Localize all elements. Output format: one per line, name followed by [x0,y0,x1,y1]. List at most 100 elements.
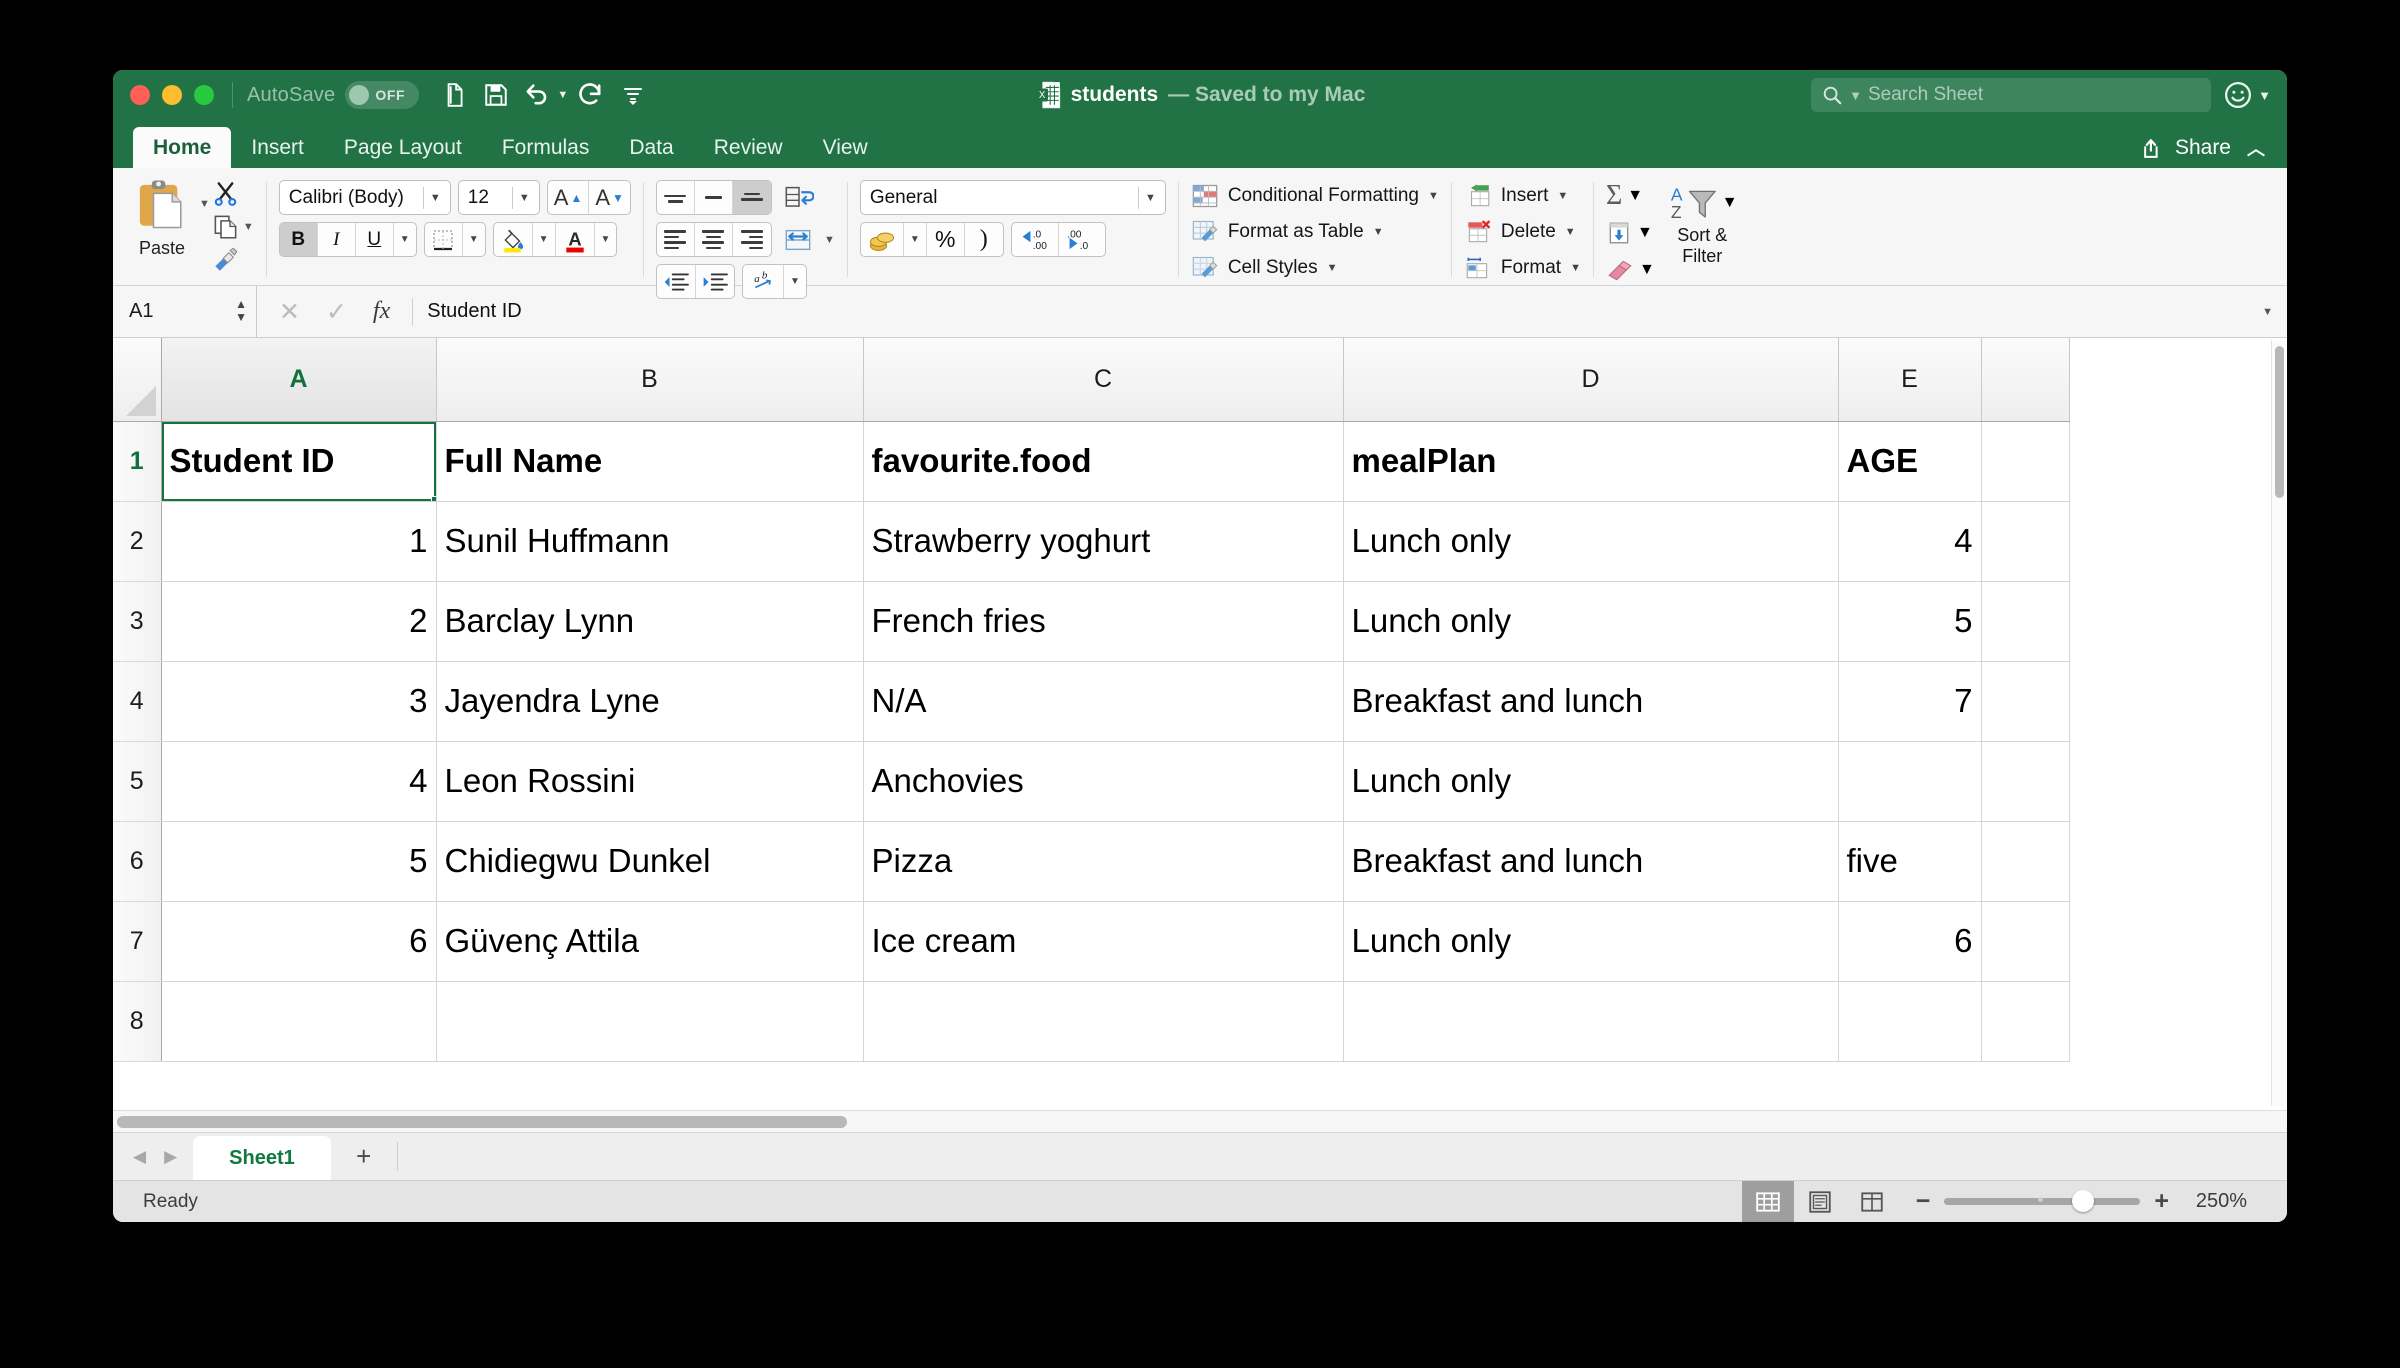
cell-D1[interactable]: mealPlan [1343,421,1839,502]
merge-dropdown-caret[interactable]: ▼ [824,234,835,246]
cell-C1[interactable]: favourite.food [863,421,1344,502]
sort-and-filter-button[interactable]: A Z ▼ Sort & Filter [1667,180,1738,266]
align-middle-button[interactable] [695,181,733,214]
tab-review[interactable]: Review [694,127,803,168]
cell-B1[interactable]: Full Name [436,421,864,502]
tab-home[interactable]: Home [133,127,232,168]
horizontal-scrollbar-thumb[interactable] [117,1116,847,1128]
tab-formulas[interactable]: Formulas [482,127,610,168]
cell-styles-caret[interactable]: ▼ [1327,262,1338,274]
tab-insert[interactable]: Insert [231,127,324,168]
merge-cells-button[interactable] [779,227,817,253]
spreadsheet-grid[interactable]: A B C D E 1 Student ID Full Name favouri… [113,338,2287,1110]
tab-view[interactable]: View [803,127,888,168]
cell-C2[interactable]: Strawberry yoghurt [863,501,1344,582]
format-as-table-button[interactable]: Format as Table ▼ [1191,217,1384,246]
cell-A4[interactable]: 3 [161,661,437,742]
prev-sheet-icon[interactable]: ◀ [133,1147,146,1167]
cell-E7[interactable]: 6 [1838,901,1982,982]
row-header-3[interactable]: 3 [113,581,162,662]
cell-D4[interactable]: Breakfast and lunch [1343,661,1839,742]
align-left-button[interactable] [657,223,695,256]
column-header-f[interactable] [1981,338,2070,422]
font-size-select[interactable]: 12 ▼ [457,180,540,215]
zoom-in-button[interactable]: + [2154,1187,2169,1216]
cancel-edit-icon[interactable]: ✕ [279,297,300,327]
fill-button[interactable]: ▼ [1606,217,1655,248]
vertical-scrollbar[interactable] [2271,340,2285,1106]
cell-A8[interactable] [161,981,437,1062]
cell-C3[interactable]: French fries [863,581,1344,662]
cell-E8[interactable] [1838,981,1982,1062]
autosum-caret[interactable]: ▼ [1627,187,1643,205]
underline-dropdown-caret[interactable]: ▼ [394,223,416,256]
cell-B6[interactable]: Chidiegwu Dunkel [436,821,864,902]
decrease-decimal-button[interactable]: .00.0 [1059,223,1105,256]
conditional-formatting-button[interactable]: Conditional Formatting ▼ [1191,181,1439,210]
font-family-select[interactable]: Calibri (Body) ▼ [278,180,451,215]
cell-D5[interactable]: Lunch only [1343,741,1839,822]
column-header-d[interactable]: D [1343,338,1839,422]
save-icon[interactable] [477,77,515,113]
cell-A5[interactable]: 4 [161,741,437,822]
autosave-control[interactable]: AutoSave OFF [247,81,420,109]
number-format-caret[interactable]: ▼ [1145,192,1163,204]
delete-cells-button[interactable]: Delete ▼ [1464,217,1576,246]
row-header-5[interactable]: 5 [113,741,162,822]
cell-D8[interactable] [1343,981,1839,1062]
number-format-select[interactable]: General ▼ [859,180,1166,215]
cell-F4[interactable] [1981,661,2070,742]
cell-D2[interactable]: Lunch only [1343,501,1839,582]
row-header-2[interactable]: 2 [113,501,162,582]
close-window-button[interactable] [130,85,150,105]
feedback-control[interactable]: ▼ [2223,80,2271,110]
column-header-b[interactable]: B [436,338,864,422]
zoom-slider-knob[interactable] [2072,1190,2095,1212]
cut-button[interactable] [212,178,254,209]
font-family-caret[interactable]: ▼ [430,192,448,204]
cell-A3[interactable]: 2 [161,581,437,662]
increase-decimal-button[interactable]: .0.00 [1012,223,1059,256]
customize-toolbar-icon[interactable] [614,77,652,113]
borders-button[interactable] [425,223,463,256]
normal-view-icon[interactable] [1741,1181,1794,1222]
cell-F2[interactable] [1981,501,2070,582]
underline-button[interactable]: U [356,223,394,256]
sheet-tab-sheet1[interactable]: Sheet1 [193,1136,331,1180]
cell-E4[interactable]: 7 [1838,661,1982,742]
clear-button[interactable]: ▼ [1606,254,1655,285]
page-layout-view-icon[interactable] [1794,1181,1846,1222]
comma-format-button[interactable]: ) [965,223,1003,256]
bold-button[interactable]: B [279,223,318,256]
delete-cells-caret[interactable]: ▼ [1565,226,1576,238]
clear-caret[interactable]: ▼ [1639,261,1655,279]
cell-A7[interactable]: 6 [161,901,437,982]
conditional-formatting-caret[interactable]: ▼ [1428,190,1439,202]
format-cells-caret[interactable]: ▼ [1570,262,1581,274]
formula-input[interactable]: Student ID [413,300,2262,323]
name-box[interactable]: A1 [113,286,211,337]
autosum-button[interactable]: Σ ▼ [1606,180,1655,211]
row-header-8[interactable]: 8 [113,981,162,1062]
cell-A2[interactable]: 1 [161,501,437,582]
cell-D3[interactable]: Lunch only [1343,581,1839,662]
cell-A6[interactable]: 5 [161,821,437,902]
fill-caret[interactable]: ▼ [1637,224,1653,242]
cell-F6[interactable] [1981,821,2070,902]
cell-C7[interactable]: Ice cream [863,901,1344,982]
feedback-dropdown-caret[interactable]: ▼ [2258,88,2271,103]
cell-E6[interactable]: five [1838,821,1982,902]
redo-icon[interactable] [572,77,610,113]
insert-cells-button[interactable]: Insert ▼ [1464,181,1568,210]
percent-format-button[interactable]: % [927,223,965,256]
cell-E2[interactable]: 4 [1838,501,1982,582]
accounting-format-button[interactable] [861,223,904,256]
cell-D7[interactable]: Lunch only [1343,901,1839,982]
autosave-toggle[interactable]: OFF [345,81,420,109]
share-button[interactable]: Share [2141,136,2231,161]
fill-color-dropdown-caret[interactable]: ▼ [533,223,556,256]
tab-page-layout[interactable]: Page Layout [324,127,482,168]
cell-B8[interactable] [436,981,864,1062]
text-orientation-dropdown-caret[interactable]: ▼ [784,265,806,298]
paste-dropdown-caret[interactable]: ▼ [199,198,210,210]
